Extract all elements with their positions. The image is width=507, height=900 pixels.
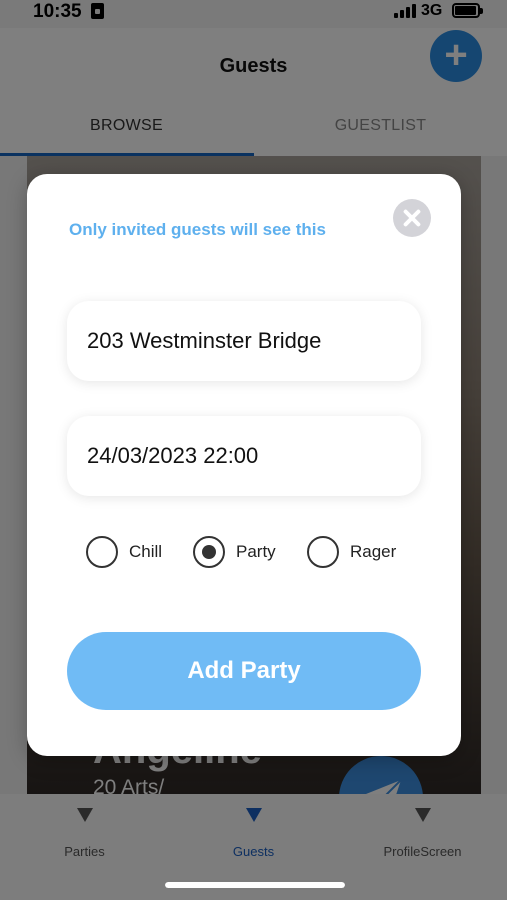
home-indicator-top[interactable] [165,882,345,888]
radio-rager-label: Rager [350,542,397,561]
radio-party-circle[interactable] [193,536,225,568]
radio-chill-label: Chill [129,542,163,561]
visibility-note: Only invited guests will see this [69,220,326,239]
close-icon[interactable] [393,199,431,237]
radio-rager-circle[interactable] [307,536,339,568]
add-party-modal: Only invited guests will see this 203 We… [27,174,461,756]
add-party-button[interactable]: Add Party [67,632,421,710]
party-type-group: Chill Party Rager [27,534,461,570]
address-input[interactable]: 203 Westminster Bridge [67,301,421,381]
radio-chill-circle[interactable] [86,536,118,568]
radio-party-label: Party [236,542,276,561]
datetime-input[interactable]: 24/03/2023 22:00 [67,416,421,496]
